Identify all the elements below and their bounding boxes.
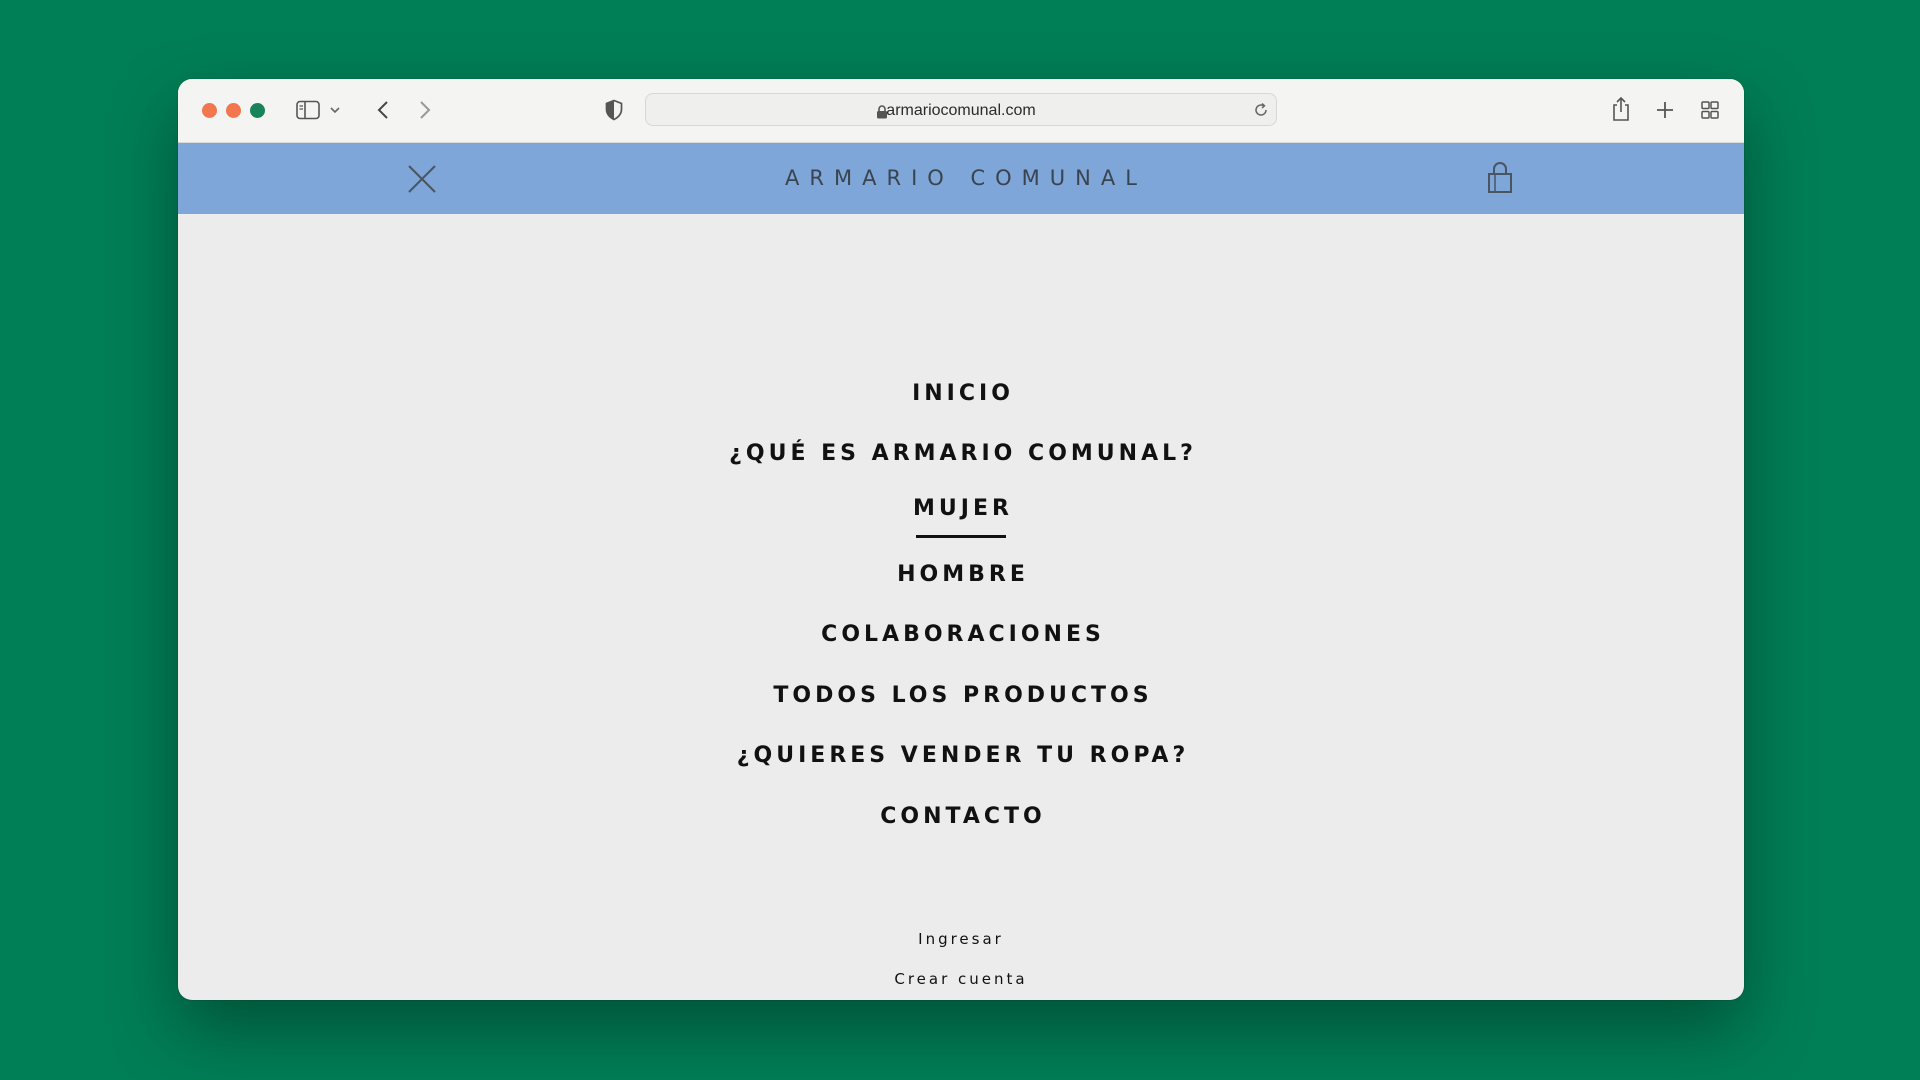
menu-item-hombre[interactable]: HOMBRE	[178, 562, 1744, 587]
login-link[interactable]: Ingresar	[178, 930, 1744, 948]
url-text: armariocomunal.com	[886, 102, 1036, 119]
shopping-bag-icon[interactable]	[1485, 161, 1515, 195]
active-item-underline	[916, 535, 1006, 538]
sidebar-icon[interactable]	[295, 99, 321, 121]
plus-icon[interactable]	[1655, 100, 1675, 120]
create-account-link[interactable]: Crear cuenta	[178, 970, 1744, 988]
browser-window: armariocomunal.com ARMARIO COMUNAL INICI…	[178, 79, 1744, 1000]
menu-item-colaboraciones[interactable]: COLABORACIONES	[178, 622, 1744, 647]
menu-item-contacto[interactable]: CONTACTO	[178, 804, 1744, 829]
menu-item-inicio[interactable]: INICIO	[178, 381, 1744, 406]
menu-item-que-es[interactable]: ¿QUÉ ES ARMARIO COMUNAL?	[178, 441, 1744, 466]
reload-icon[interactable]	[1253, 102, 1269, 122]
forward-arrow-icon[interactable]	[415, 98, 435, 122]
address-bar[interactable]: armariocomunal.com	[645, 93, 1277, 126]
share-icon[interactable]	[1610, 95, 1632, 123]
grid-icon[interactable]	[1700, 100, 1720, 120]
browser-toolbar: armariocomunal.com	[178, 79, 1744, 143]
menu-item-vender-ropa[interactable]: ¿QUIERES VENDER TU ROPA?	[178, 743, 1744, 768]
back-arrow-icon[interactable]	[373, 98, 393, 122]
chevron-down-icon[interactable]	[328, 103, 342, 117]
menu-item-mujer[interactable]: MUJER	[178, 496, 1744, 521]
close-window-button[interactable]	[202, 103, 217, 118]
zoom-window-button[interactable]	[250, 103, 265, 118]
site-header: ARMARIO COMUNAL	[178, 143, 1744, 214]
minimize-window-button[interactable]	[226, 103, 241, 118]
shield-icon[interactable]	[603, 98, 625, 122]
menu-item-todos-los-productos[interactable]: TODOS LOS PRODUCTOS	[178, 683, 1744, 708]
